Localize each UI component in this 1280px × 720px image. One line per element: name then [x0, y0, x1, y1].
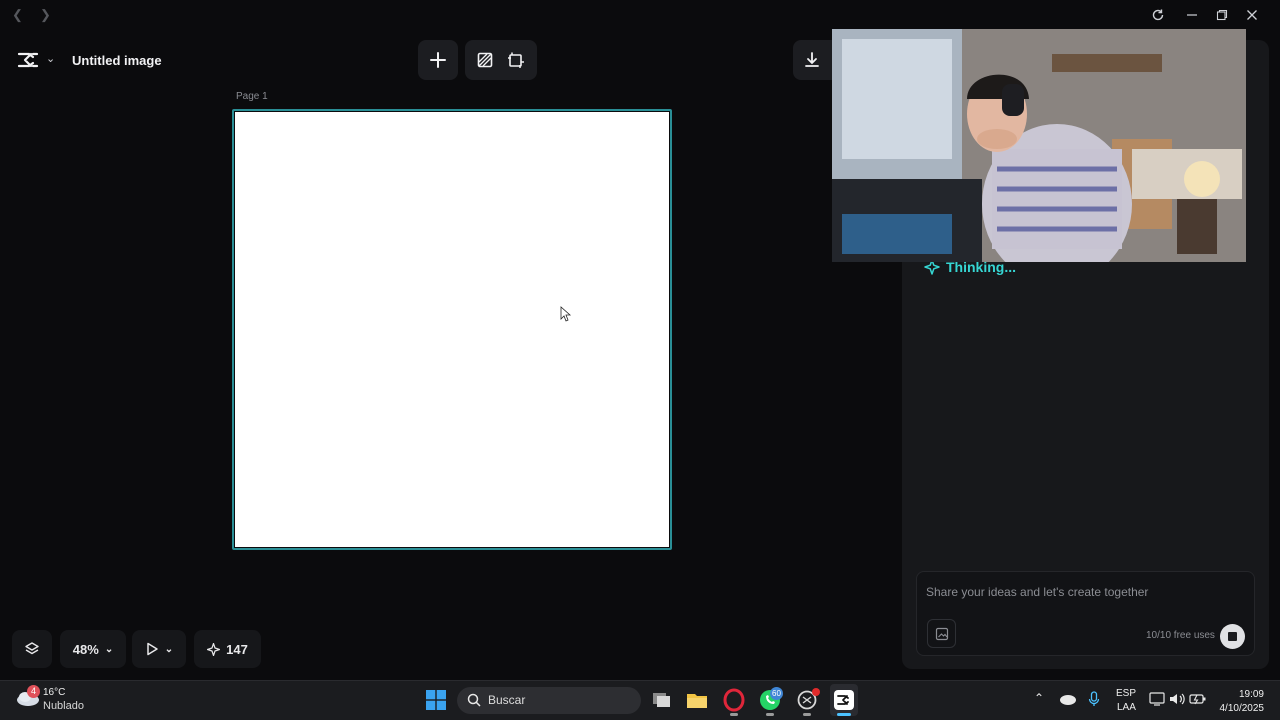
webcam-feed-image	[832, 29, 1246, 262]
webcam-overlay	[832, 29, 1246, 262]
task-view-icon[interactable]	[650, 688, 674, 712]
clock-date: 4/10/2025	[1219, 703, 1265, 714]
stop-button[interactable]	[1220, 624, 1245, 649]
layers-icon	[25, 642, 39, 655]
weather-notification-badge: 4	[27, 685, 40, 698]
zoom-level: 48%	[72, 641, 99, 657]
close-icon[interactable]	[1242, 6, 1262, 24]
sparkle-icon	[207, 642, 221, 656]
notification-dot	[812, 688, 820, 696]
title-bar: ❮ ❯	[0, 0, 1280, 30]
pointer-tool-dropdown[interactable]: ⌄	[132, 630, 186, 668]
search-placeholder: Buscar	[488, 693, 526, 707]
app-running-indicator	[803, 713, 811, 716]
battery-icon[interactable]	[1189, 692, 1207, 706]
onedrive-icon[interactable]	[1058, 693, 1076, 705]
chevron-down-icon[interactable]: ⌄	[46, 52, 55, 65]
attach-image-icon	[935, 627, 949, 641]
maximize-icon[interactable]	[1212, 6, 1232, 24]
mouse-cursor-icon	[560, 306, 572, 322]
refresh-icon[interactable]	[1148, 6, 1168, 24]
taskbar-search[interactable]	[457, 687, 641, 714]
free-uses-counter: 10/10 free uses	[1146, 630, 1215, 641]
search-icon	[467, 693, 481, 707]
app-running-indicator	[766, 713, 774, 716]
chevron-down-icon: ⌄	[164, 643, 174, 655]
add-icon	[430, 52, 446, 68]
keyboard-layout[interactable]: LAA	[1117, 702, 1136, 713]
chevron-up-icon[interactable]: ⌃	[1034, 691, 1044, 705]
weather-description[interactable]: Nublado	[43, 700, 84, 712]
artboard-selection[interactable]	[232, 109, 672, 550]
prompt-input[interactable]	[916, 571, 1255, 656]
weather-temperature[interactable]: 16°C	[43, 687, 65, 698]
layers-button[interactable]	[12, 630, 52, 668]
capcut-taskbar-icon[interactable]	[832, 688, 856, 712]
pointer-icon	[147, 642, 158, 656]
add-button[interactable]	[418, 40, 458, 80]
volume-icon[interactable]	[1169, 692, 1185, 706]
edit-tools-group	[465, 40, 537, 80]
whatsapp-unread-badge: 60	[770, 687, 783, 700]
back-arrow-icon[interactable]: ❮	[12, 7, 23, 23]
download-icon	[805, 52, 819, 67]
active-app-indicator	[837, 713, 851, 716]
forward-arrow-icon[interactable]: ❯	[40, 7, 51, 23]
artboard[interactable]	[235, 112, 669, 547]
network-icon[interactable]	[1149, 692, 1165, 706]
app-running-indicator	[730, 713, 738, 716]
credits-count: 147	[226, 641, 248, 657]
windows-start-icon[interactable]	[426, 690, 446, 710]
microphone-icon[interactable]	[1088, 691, 1100, 707]
chevron-down-icon: ⌄	[104, 643, 114, 655]
minimize-icon[interactable]	[1182, 6, 1202, 24]
app-window: ❮ ❯ ⌄ Untitled image Page 1 48% ⌄ ⌄ 147 …	[0, 0, 1280, 720]
prompt-placeholder: Share your ideas and let's create togeth…	[926, 585, 1149, 599]
zoom-dropdown[interactable]: 48% ⌄	[60, 630, 126, 668]
capcut-logo-icon[interactable]	[17, 50, 39, 70]
language-code[interactable]: ESP	[1116, 688, 1136, 699]
page-label: Page 1	[236, 91, 268, 102]
document-title[interactable]: Untitled image	[72, 53, 162, 68]
resize-icon[interactable]	[507, 51, 525, 69]
clock-time: 19:09	[1238, 689, 1264, 700]
attach-image-button[interactable]	[927, 619, 956, 648]
remove-background-icon[interactable]	[476, 51, 494, 69]
credits-button[interactable]: 147	[194, 630, 261, 668]
opera-browser-icon[interactable]	[722, 688, 746, 712]
system-clock[interactable]: 19:09 4/10/2025	[1220, 688, 1265, 716]
file-explorer-icon[interactable]	[685, 688, 709, 712]
